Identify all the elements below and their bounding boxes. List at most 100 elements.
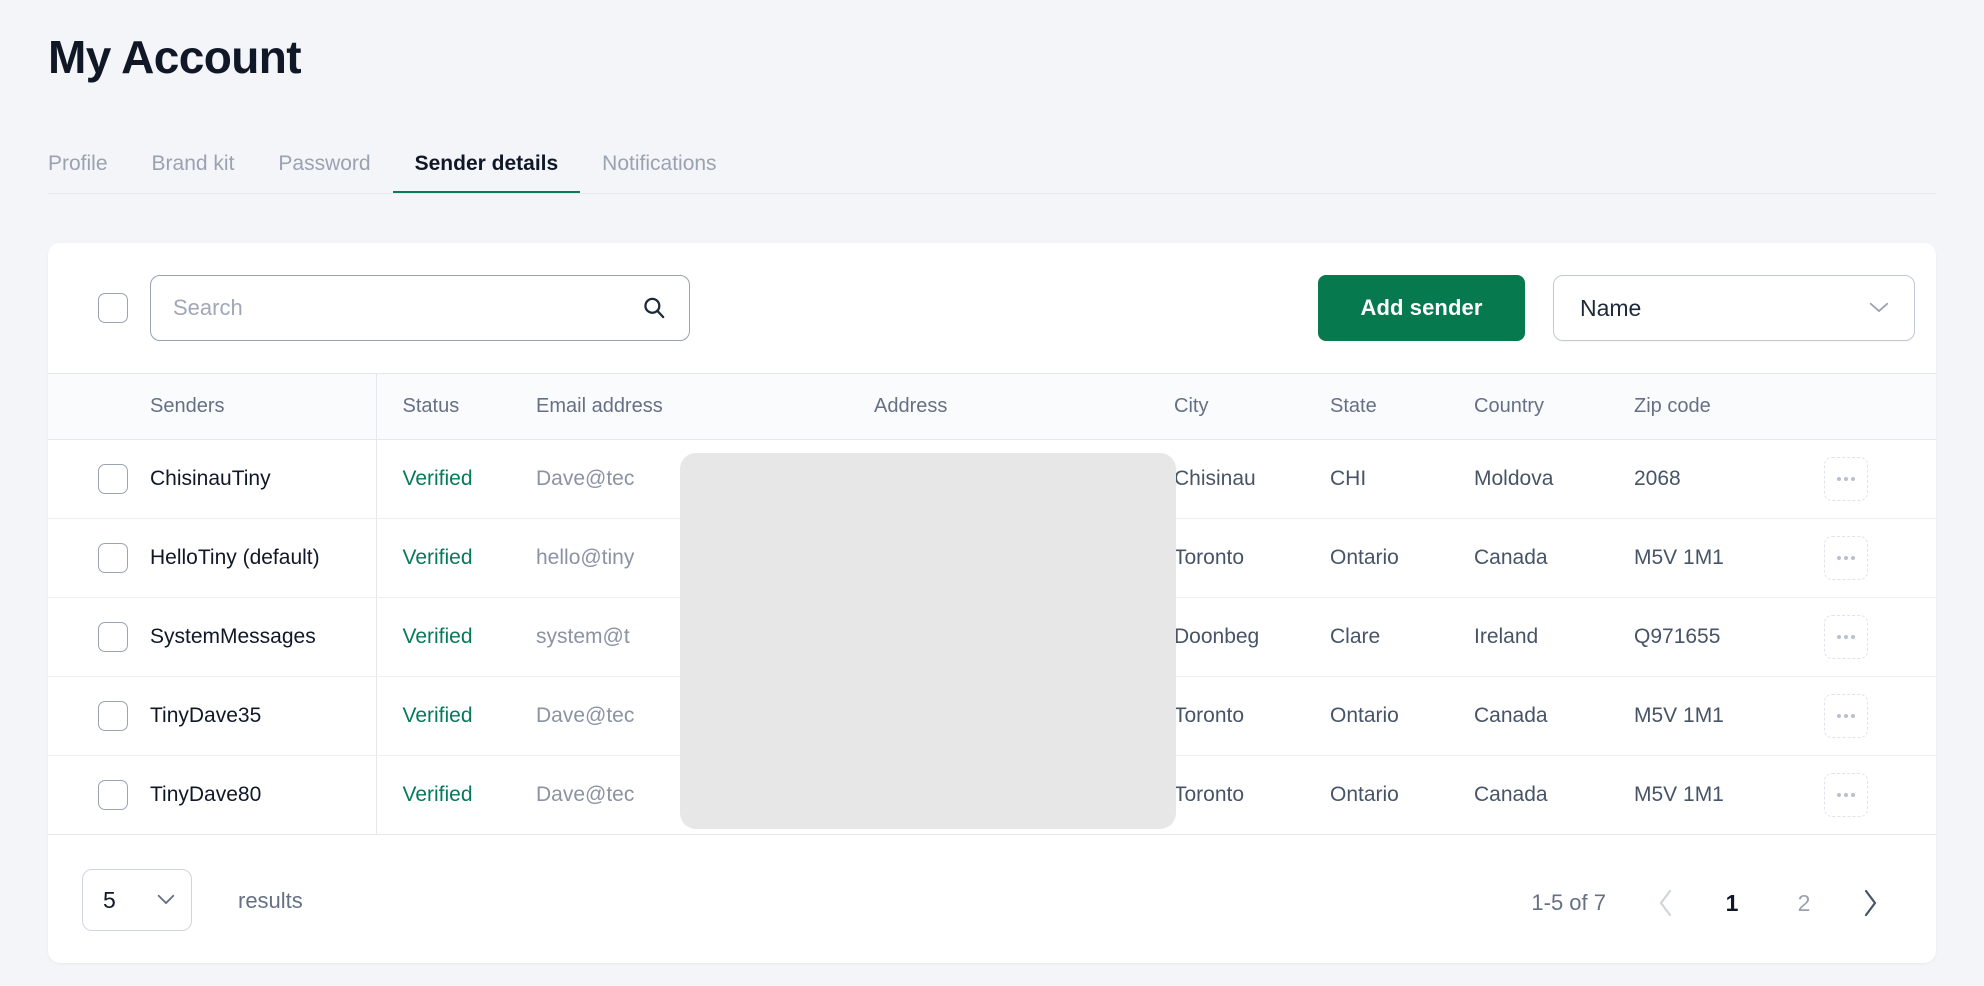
- per-page-select[interactable]: 5: [82, 869, 192, 931]
- tab-notifications[interactable]: Notifications: [580, 153, 738, 194]
- senders-table: Senders Status Email address Address Cit…: [48, 373, 1936, 835]
- column-header-senders: Senders: [150, 394, 225, 417]
- cell-city: Doonbeg: [1164, 597, 1330, 677]
- cell-address: [856, 755, 1164, 835]
- row-checkbox-cell: [48, 676, 150, 756]
- cell-sender: HelloTiny (default): [150, 518, 376, 598]
- cell-actions: [1820, 597, 1936, 677]
- my-account-page: My Account Profile Brand kit Password Se…: [0, 0, 1984, 986]
- cell-country: Canada: [1474, 518, 1634, 598]
- column-header-country: Country: [1474, 394, 1545, 417]
- pagination-range: 1-5 of 7: [1531, 890, 1606, 915]
- cell-actions: [1820, 755, 1936, 835]
- cell-state: Ontario: [1330, 755, 1474, 835]
- account-tabs: Profile Brand kit Password Sender detail…: [48, 138, 739, 194]
- cell-state: Ontario: [1330, 676, 1474, 756]
- column-header-city: City: [1174, 394, 1209, 417]
- cell-address: [856, 439, 1164, 519]
- table-row[interactable]: TinyDave35 Verified Dave@tec Toronto Ont…: [48, 676, 1936, 756]
- row-checkbox-cell: [48, 518, 150, 598]
- column-header-check: [48, 374, 150, 440]
- senders-card: Add sender Name Senders Status Email add…: [48, 243, 1936, 963]
- cell-email: system@t: [518, 597, 856, 677]
- column-header-zip: Zip code: [1634, 394, 1711, 417]
- ellipsis-icon[interactable]: [1824, 536, 1868, 580]
- page-number-2[interactable]: 2: [1768, 881, 1840, 925]
- cell-zip: 2068: [1634, 439, 1820, 519]
- results-label: results: [238, 888, 303, 913]
- page-title: My Account: [48, 31, 302, 83]
- row-checkbox[interactable]: [98, 701, 128, 731]
- ellipsis-icon[interactable]: [1824, 615, 1868, 659]
- row-checkbox-cell: [48, 755, 150, 835]
- senders-toolbar: Add sender Name: [48, 243, 1936, 373]
- cell-sender: TinyDave80: [150, 755, 376, 835]
- cell-city: Toronto: [1164, 518, 1330, 598]
- table-header: Senders Status Email address Address Cit…: [48, 373, 1936, 440]
- per-page-value: 5: [103, 886, 116, 913]
- cell-country: Canada: [1474, 755, 1634, 835]
- column-header-address: Address: [874, 394, 948, 417]
- table-row[interactable]: ChisinauTiny Verified Dave@tec Chisinau …: [48, 439, 1936, 519]
- cell-city: Toronto: [1164, 676, 1330, 756]
- status-badge: Verified: [402, 546, 473, 569]
- table-header-row: Senders Status Email address Address Cit…: [48, 373, 1936, 440]
- tab-profile[interactable]: Profile: [48, 153, 130, 194]
- cell-address: [856, 676, 1164, 756]
- cell-status: Verified: [375, 597, 518, 677]
- column-header-state: State: [1330, 394, 1377, 417]
- ellipsis-icon[interactable]: [1824, 694, 1868, 738]
- row-checkbox-cell: [48, 439, 150, 519]
- ellipsis-icon[interactable]: [1824, 457, 1868, 501]
- cell-sender: ChisinauTiny: [150, 439, 376, 519]
- row-checkbox[interactable]: [98, 464, 128, 494]
- status-badge: Verified: [402, 625, 473, 648]
- cell-email: hello@tiny: [518, 518, 856, 598]
- cell-status: Verified: [375, 755, 518, 835]
- tab-brand-kit[interactable]: Brand kit: [130, 153, 257, 194]
- cell-zip: Q971655: [1634, 597, 1820, 677]
- cell-country: Canada: [1474, 676, 1634, 756]
- status-badge: Verified: [402, 467, 473, 490]
- status-badge: Verified: [402, 783, 473, 806]
- search-icon[interactable]: [641, 295, 667, 321]
- tab-sender-details[interactable]: Sender details: [392, 153, 581, 194]
- cell-status: Verified: [375, 439, 518, 519]
- ellipsis-icon[interactable]: [1824, 773, 1868, 817]
- table-body: ChisinauTiny Verified Dave@tec Chisinau …: [48, 439, 1936, 835]
- table-row[interactable]: HelloTiny (default) Verified hello@tiny …: [48, 518, 1936, 598]
- status-badge: Verified: [402, 704, 473, 727]
- cell-email: Dave@tec: [518, 755, 856, 835]
- search-box[interactable]: [150, 275, 690, 341]
- select-all-wrapper: [98, 293, 128, 323]
- cell-status: Verified: [375, 518, 518, 598]
- add-sender-button[interactable]: Add sender: [1318, 275, 1525, 341]
- cell-email: Dave@tec: [518, 676, 856, 756]
- tabs-divider: [48, 193, 1936, 194]
- table-footer: 5 results 1-5 of 7 1 2: [48, 839, 1936, 963]
- chevron-down-icon: [155, 893, 177, 907]
- search-input[interactable]: [173, 295, 641, 321]
- column-header-email: Email address: [536, 394, 663, 417]
- page-number-1[interactable]: 1: [1696, 881, 1768, 925]
- cell-country: Moldova: [1474, 439, 1634, 519]
- column-header-status: Status: [375, 373, 518, 440]
- row-checkbox-cell: [48, 597, 150, 677]
- table-row[interactable]: TinyDave80 Verified Dave@tec Toronto Ont…: [48, 755, 1936, 835]
- row-checkbox[interactable]: [98, 622, 128, 652]
- chevron-right-icon[interactable]: [1840, 881, 1900, 925]
- cell-sender: TinyDave35: [150, 676, 376, 756]
- cell-country: Ireland: [1474, 597, 1634, 677]
- tab-password[interactable]: Password: [256, 153, 392, 194]
- cell-actions: [1820, 439, 1936, 519]
- select-all-checkbox[interactable]: [98, 293, 128, 323]
- row-checkbox[interactable]: [98, 543, 128, 573]
- row-checkbox[interactable]: [98, 780, 128, 810]
- cell-address: [856, 597, 1164, 677]
- cell-city: Chisinau: [1164, 439, 1330, 519]
- chevron-down-icon: [1868, 301, 1890, 315]
- chevron-left-icon[interactable]: [1636, 881, 1696, 925]
- sort-by-select[interactable]: Name: [1553, 275, 1915, 341]
- column-header-actions: [1820, 374, 1936, 440]
- table-row[interactable]: SystemMessages Verified system@t Doonbeg…: [48, 597, 1936, 677]
